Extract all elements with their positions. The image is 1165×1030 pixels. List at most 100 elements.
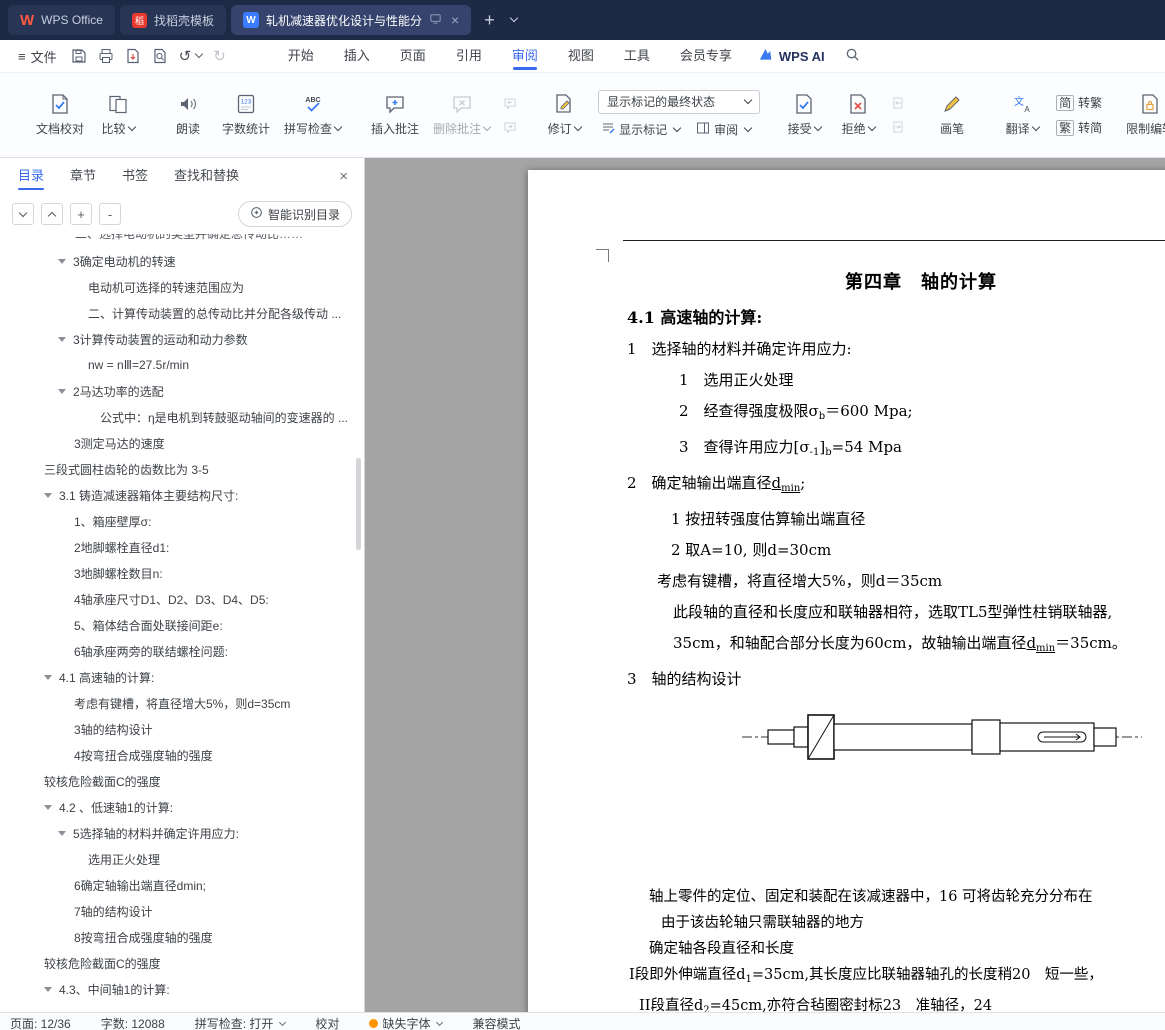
toc-item[interactable]: 电动机可选择的转速范围应为 <box>0 274 364 300</box>
pen-button[interactable]: 画笔 <box>926 82 978 148</box>
document-canvas[interactable]: 第四章 轴的计算 4.1 高速轴的计算: 1 选择轴的材料并确定许用应力: 1 选… <box>365 158 1165 1012</box>
print-icon[interactable] <box>98 48 114 64</box>
reject-button[interactable]: 拒绝 <box>832 82 884 148</box>
toc-item[interactable]: 5选择轴的材料并确定许用应力: <box>0 820 364 846</box>
toc-item[interactable]: 4.3、中间轴1的计算: <box>0 976 364 1002</box>
read-aloud-button[interactable]: 朗读 <box>162 82 214 148</box>
redo-icon[interactable]: ↻ <box>213 47 226 65</box>
insert-comment-button[interactable]: 插入批注 <box>365 82 425 148</box>
menu-view[interactable]: 视图 <box>568 40 594 72</box>
sidebar-scrollbar[interactable] <box>356 458 361 550</box>
toc-item[interactable]: 3.1 铸造减速器箱体主要结构尺寸: <box>0 482 364 508</box>
spell-check-button[interactable]: ABC 拼写检查 <box>278 82 347 148</box>
toc-item[interactable]: 较核危险截面C的强度 <box>0 950 364 976</box>
toc-item[interactable]: 4.2 、低速轴1的计算: <box>0 794 364 820</box>
toc-collapse-button[interactable] <box>12 203 34 225</box>
show-markup-button[interactable]: 显示标记 <box>598 119 683 141</box>
tab-document[interactable]: W 轧机减速器优化设计与性能分 × <box>230 5 472 35</box>
toc-item[interactable]: 4.1 高速轴的计算: <box>0 664 364 690</box>
toc-item[interactable]: 考虑有键槽，将直径增大5%，则d=35cm <box>0 690 364 716</box>
menu-member[interactable]: 会员专享 <box>680 40 732 72</box>
compare-button[interactable]: 比较 <box>92 82 144 148</box>
toc-item[interactable]: 3确定电动机的转速 <box>0 248 364 274</box>
tab-wps-office[interactable]: W WPS Office <box>8 5 115 35</box>
file-menu[interactable]: ≡ 文件 <box>10 47 65 66</box>
undo-chevron-icon[interactable] <box>194 49 204 59</box>
spellcheck-indicator[interactable]: 拼写检查: 打开 <box>195 1015 287 1030</box>
search-icon[interactable] <box>845 47 860 65</box>
toc-item[interactable]: 5、箱体结合面处联接间距e: <box>0 612 364 638</box>
toc-item[interactable]: nw = nⅢ=27.5r/min <box>0 352 364 378</box>
menu-reference[interactable]: 引用 <box>456 40 482 72</box>
tab-docer-templates[interactable]: 稻 找稻壳模板 <box>119 5 226 35</box>
markup-state-select[interactable]: 显示标记的最终状态 <box>598 89 761 114</box>
collapse-arrow-icon[interactable] <box>44 492 52 498</box>
page-indicator[interactable]: 页面: 12/36 <box>10 1015 71 1030</box>
to-traditional-button[interactable]: 简 转繁 <box>1056 93 1102 113</box>
menu-page[interactable]: 页面 <box>400 40 426 72</box>
missing-font-indicator[interactable]: 缺失字体 <box>369 1015 444 1030</box>
toc-item[interactable]: 6确定轴输出端直径dmin; <box>0 872 364 898</box>
document-page[interactable]: 第四章 轴的计算 4.1 高速轴的计算: 1 选择轴的材料并确定许用应力: 1 选… <box>528 170 1165 1012</box>
next-comment-icon[interactable] <box>500 118 520 136</box>
delete-comment-button[interactable]: 删除批注 <box>427 82 496 148</box>
next-change-icon[interactable] <box>888 118 908 136</box>
proofread-indicator[interactable]: 校对 <box>315 1015 339 1030</box>
toc-item[interactable]: 1、箱座壁厚σ: <box>0 508 364 534</box>
toc-item[interactable]: 选用正火处理 <box>0 846 364 872</box>
menu-tools[interactable]: 工具 <box>624 40 650 72</box>
compat-mode-indicator[interactable]: 兼容模式 <box>472 1015 520 1030</box>
toc-item[interactable]: 二、选择电动机的类型并确定总传动比…… <box>0 234 364 248</box>
previous-comment-icon[interactable] <box>500 94 520 112</box>
tab-toc[interactable]: 目录 <box>18 158 45 194</box>
toc-item[interactable]: 2马达功率的选配 <box>0 378 364 404</box>
word-count-indicator[interactable]: 字数: 12088 <box>101 1015 165 1030</box>
toc-item[interactable]: 公式中：η是电机到转鼓驱动轴间的变速器的 ... <box>0 404 364 430</box>
wps-ai-button[interactable]: WPS AI <box>758 47 825 65</box>
toc-item[interactable]: 2地脚螺栓直径d1: <box>0 534 364 560</box>
menu-review[interactable]: 审阅 <box>512 40 538 72</box>
collapse-arrow-icon[interactable] <box>58 336 66 342</box>
word-count-button[interactable]: 123 字数统计 <box>216 82 276 148</box>
tab-find-replace[interactable]: 查找和替换 <box>174 158 239 194</box>
save-icon[interactable] <box>71 48 87 64</box>
new-tab-button[interactable]: + <box>476 10 503 31</box>
close-sidebar-icon[interactable]: × <box>339 168 348 185</box>
collapse-arrow-icon[interactable] <box>58 388 66 394</box>
review-pane-button[interactable]: 审阅 <box>693 119 754 141</box>
collapse-arrow-icon[interactable] <box>44 986 52 992</box>
tab-chapters[interactable]: 章节 <box>70 158 96 194</box>
toc-item[interactable]: 4轴承座尺寸D1、D2、D3、D4、D5: <box>0 586 364 612</box>
smart-toc-button[interactable]: 智能识别目录 <box>237 201 352 227</box>
toc-minus-button[interactable]: - <box>99 203 121 225</box>
toc-item[interactable]: 4按弯扭合成强度轴的强度 <box>0 742 364 768</box>
toc-item[interactable]: 3轴的结构设计 <box>0 716 364 742</box>
toc-item[interactable]: 8按弯扭合成强度轴的强度 <box>0 924 364 950</box>
toc-item[interactable]: 较核危险截面C的强度 <box>0 768 364 794</box>
tab-list-chevron-icon[interactable] <box>509 13 518 23</box>
menu-insert[interactable]: 插入 <box>344 40 370 72</box>
translate-button[interactable]: 文A 翻译 <box>996 82 1048 148</box>
close-tab-icon[interactable]: × <box>451 12 459 28</box>
toc-item[interactable]: 三段式圆柱齿轮的齿数比为 3-5 <box>0 456 364 482</box>
print-preview-icon[interactable] <box>152 48 168 64</box>
export-pdf-icon[interactable] <box>125 48 141 64</box>
collapse-arrow-icon[interactable] <box>58 830 66 836</box>
toc-item[interactable]: 3计算传动装置的运动和动力参数 <box>0 326 364 352</box>
toc-item[interactable]: 3地脚螺栓数目n: <box>0 560 364 586</box>
doc-proofread-button[interactable]: 文档校对 <box>30 82 90 148</box>
toc-item[interactable]: 6轴承座两旁的联结螺栓问题: <box>0 638 364 664</box>
toc-item[interactable]: 二、计算传动装置的总传动比并分配各级传动 ... <box>0 300 364 326</box>
to-simplified-button[interactable]: 繁 转简 <box>1056 118 1102 138</box>
collapse-arrow-icon[interactable] <box>44 804 52 810</box>
undo-icon[interactable]: ↺ <box>179 47 192 65</box>
track-changes-button[interactable]: 修订 <box>538 82 590 148</box>
accept-button[interactable]: 接受 <box>778 82 830 148</box>
menu-home[interactable]: 开始 <box>288 40 314 72</box>
restrict-edit-button[interactable]: 限制编辑 <box>1120 82 1165 148</box>
previous-change-icon[interactable] <box>888 94 908 112</box>
toc-plus-button[interactable]: + <box>70 203 92 225</box>
toc-item[interactable]: 7轴的结构设计 <box>0 898 364 924</box>
toc-item[interactable]: 3测定马达的速度 <box>0 430 364 456</box>
tab-bookmarks[interactable]: 书签 <box>122 158 148 194</box>
